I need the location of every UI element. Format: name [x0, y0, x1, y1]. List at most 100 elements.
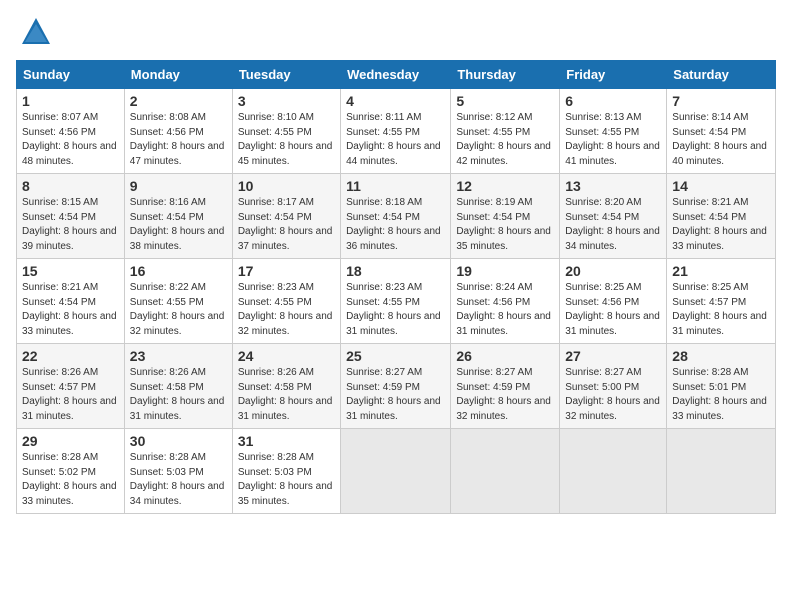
calendar-cell: 10 Sunrise: 8:17 AM Sunset: 4:54 PM Dayl…: [232, 174, 340, 259]
day-detail: Sunrise: 8:23 AM Sunset: 4:55 PM Dayligh…: [346, 281, 445, 339]
day-number: 18: [346, 263, 445, 279]
day-detail: Sunrise: 8:22 AM Sunset: 4:55 PM Dayligh…: [130, 281, 227, 339]
calendar-cell: 22 Sunrise: 8:26 AM Sunset: 4:57 PM Dayl…: [17, 344, 125, 429]
day-detail: Sunrise: 8:12 AM Sunset: 4:55 PM Dayligh…: [456, 111, 554, 169]
day-number: 24: [238, 348, 335, 364]
day-number: 1: [22, 93, 119, 109]
day-number: 15: [22, 263, 119, 279]
day-number: 20: [565, 263, 661, 279]
calendar-cell: 25 Sunrise: 8:27 AM Sunset: 4:59 PM Dayl…: [341, 344, 451, 429]
calendar-cell: 2 Sunrise: 8:08 AM Sunset: 4:56 PM Dayli…: [124, 89, 232, 174]
calendar-cell: 21 Sunrise: 8:25 AM Sunset: 4:57 PM Dayl…: [667, 259, 776, 344]
calendar-week-2: 8 Sunrise: 8:15 AM Sunset: 4:54 PM Dayli…: [17, 174, 776, 259]
day-detail: Sunrise: 8:26 AM Sunset: 4:58 PM Dayligh…: [238, 366, 335, 424]
day-number: 21: [672, 263, 770, 279]
day-number: 30: [130, 433, 227, 449]
day-number: 22: [22, 348, 119, 364]
day-number: 17: [238, 263, 335, 279]
calendar-cell: 4 Sunrise: 8:11 AM Sunset: 4:55 PM Dayli…: [341, 89, 451, 174]
day-number: 9: [130, 178, 227, 194]
day-detail: Sunrise: 8:28 AM Sunset: 5:02 PM Dayligh…: [22, 451, 119, 509]
day-detail: Sunrise: 8:28 AM Sunset: 5:01 PM Dayligh…: [672, 366, 770, 424]
day-detail: Sunrise: 8:10 AM Sunset: 4:55 PM Dayligh…: [238, 111, 335, 169]
day-number: 14: [672, 178, 770, 194]
day-detail: Sunrise: 8:14 AM Sunset: 4:54 PM Dayligh…: [672, 111, 770, 169]
weekday-header-tuesday: Tuesday: [232, 61, 340, 89]
day-number: 13: [565, 178, 661, 194]
day-number: 19: [456, 263, 554, 279]
day-number: 11: [346, 178, 445, 194]
day-detail: Sunrise: 8:27 AM Sunset: 5:00 PM Dayligh…: [565, 366, 661, 424]
day-number: 27: [565, 348, 661, 364]
day-number: 2: [130, 93, 227, 109]
calendar-cell: 26 Sunrise: 8:27 AM Sunset: 4:59 PM Dayl…: [451, 344, 560, 429]
day-number: 12: [456, 178, 554, 194]
calendar-week-3: 15 Sunrise: 8:21 AM Sunset: 4:54 PM Dayl…: [17, 259, 776, 344]
calendar-week-1: 1 Sunrise: 8:07 AM Sunset: 4:56 PM Dayli…: [17, 89, 776, 174]
day-number: 23: [130, 348, 227, 364]
calendar-cell: 27 Sunrise: 8:27 AM Sunset: 5:00 PM Dayl…: [560, 344, 667, 429]
weekday-header-sunday: Sunday: [17, 61, 125, 89]
calendar-cell: 8 Sunrise: 8:15 AM Sunset: 4:54 PM Dayli…: [17, 174, 125, 259]
calendar-body: 1 Sunrise: 8:07 AM Sunset: 4:56 PM Dayli…: [17, 89, 776, 514]
day-detail: Sunrise: 8:26 AM Sunset: 4:58 PM Dayligh…: [130, 366, 227, 424]
day-detail: Sunrise: 8:21 AM Sunset: 4:54 PM Dayligh…: [672, 196, 770, 254]
day-detail: Sunrise: 8:28 AM Sunset: 5:03 PM Dayligh…: [130, 451, 227, 509]
calendar-cell: 24 Sunrise: 8:26 AM Sunset: 4:58 PM Dayl…: [232, 344, 340, 429]
day-number: 4: [346, 93, 445, 109]
weekday-header-saturday: Saturday: [667, 61, 776, 89]
day-number: 25: [346, 348, 445, 364]
day-detail: Sunrise: 8:11 AM Sunset: 4:55 PM Dayligh…: [346, 111, 445, 169]
calendar-cell: 13 Sunrise: 8:20 AM Sunset: 4:54 PM Dayl…: [560, 174, 667, 259]
day-detail: Sunrise: 8:28 AM Sunset: 5:03 PM Dayligh…: [238, 451, 335, 509]
calendar-table: SundayMondayTuesdayWednesdayThursdayFrid…: [16, 60, 776, 514]
day-detail: Sunrise: 8:13 AM Sunset: 4:55 PM Dayligh…: [565, 111, 661, 169]
calendar-cell: [667, 429, 776, 514]
day-detail: Sunrise: 8:15 AM Sunset: 4:54 PM Dayligh…: [22, 196, 119, 254]
calendar-cell: 31 Sunrise: 8:28 AM Sunset: 5:03 PM Dayl…: [232, 429, 340, 514]
logo: [16, 16, 52, 48]
calendar-week-4: 22 Sunrise: 8:26 AM Sunset: 4:57 PM Dayl…: [17, 344, 776, 429]
calendar-cell: [560, 429, 667, 514]
weekday-header-friday: Friday: [560, 61, 667, 89]
calendar-cell: 16 Sunrise: 8:22 AM Sunset: 4:55 PM Dayl…: [124, 259, 232, 344]
calendar-cell: 9 Sunrise: 8:16 AM Sunset: 4:54 PM Dayli…: [124, 174, 232, 259]
day-number: 8: [22, 178, 119, 194]
calendar-cell: 14 Sunrise: 8:21 AM Sunset: 4:54 PM Dayl…: [667, 174, 776, 259]
calendar-cell: 6 Sunrise: 8:13 AM Sunset: 4:55 PM Dayli…: [560, 89, 667, 174]
calendar-cell: 12 Sunrise: 8:19 AM Sunset: 4:54 PM Dayl…: [451, 174, 560, 259]
day-detail: Sunrise: 8:25 AM Sunset: 4:57 PM Dayligh…: [672, 281, 770, 339]
day-detail: Sunrise: 8:27 AM Sunset: 4:59 PM Dayligh…: [346, 366, 445, 424]
day-number: 28: [672, 348, 770, 364]
calendar-cell: 19 Sunrise: 8:24 AM Sunset: 4:56 PM Dayl…: [451, 259, 560, 344]
calendar-cell: 18 Sunrise: 8:23 AM Sunset: 4:55 PM Dayl…: [341, 259, 451, 344]
calendar-cell: 17 Sunrise: 8:23 AM Sunset: 4:55 PM Dayl…: [232, 259, 340, 344]
page-header: [16, 16, 776, 48]
day-number: 6: [565, 93, 661, 109]
calendar-week-5: 29 Sunrise: 8:28 AM Sunset: 5:02 PM Dayl…: [17, 429, 776, 514]
day-detail: Sunrise: 8:25 AM Sunset: 4:56 PM Dayligh…: [565, 281, 661, 339]
calendar-cell: 30 Sunrise: 8:28 AM Sunset: 5:03 PM Dayl…: [124, 429, 232, 514]
calendar-cell: 28 Sunrise: 8:28 AM Sunset: 5:01 PM Dayl…: [667, 344, 776, 429]
calendar-cell: 29 Sunrise: 8:28 AM Sunset: 5:02 PM Dayl…: [17, 429, 125, 514]
logo-icon: [20, 16, 52, 48]
day-detail: Sunrise: 8:21 AM Sunset: 4:54 PM Dayligh…: [22, 281, 119, 339]
day-number: 3: [238, 93, 335, 109]
calendar-header-row: SundayMondayTuesdayWednesdayThursdayFrid…: [17, 61, 776, 89]
calendar-cell: 5 Sunrise: 8:12 AM Sunset: 4:55 PM Dayli…: [451, 89, 560, 174]
day-number: 10: [238, 178, 335, 194]
day-number: 26: [456, 348, 554, 364]
calendar-cell: 20 Sunrise: 8:25 AM Sunset: 4:56 PM Dayl…: [560, 259, 667, 344]
day-detail: Sunrise: 8:23 AM Sunset: 4:55 PM Dayligh…: [238, 281, 335, 339]
day-detail: Sunrise: 8:26 AM Sunset: 4:57 PM Dayligh…: [22, 366, 119, 424]
day-detail: Sunrise: 8:17 AM Sunset: 4:54 PM Dayligh…: [238, 196, 335, 254]
day-detail: Sunrise: 8:08 AM Sunset: 4:56 PM Dayligh…: [130, 111, 227, 169]
calendar-cell: 1 Sunrise: 8:07 AM Sunset: 4:56 PM Dayli…: [17, 89, 125, 174]
day-detail: Sunrise: 8:20 AM Sunset: 4:54 PM Dayligh…: [565, 196, 661, 254]
day-detail: Sunrise: 8:18 AM Sunset: 4:54 PM Dayligh…: [346, 196, 445, 254]
day-number: 29: [22, 433, 119, 449]
day-detail: Sunrise: 8:07 AM Sunset: 4:56 PM Dayligh…: [22, 111, 119, 169]
weekday-header-wednesday: Wednesday: [341, 61, 451, 89]
day-number: 16: [130, 263, 227, 279]
day-number: 5: [456, 93, 554, 109]
